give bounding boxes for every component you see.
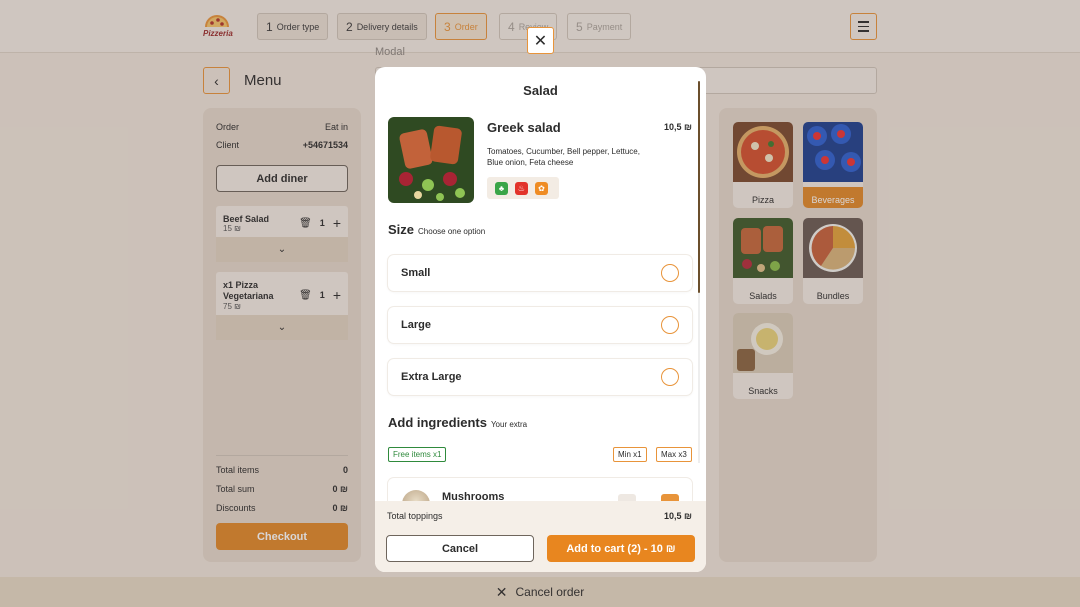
chili-icon: ♨	[515, 181, 528, 195]
size-subtitle: Choose one option	[418, 227, 486, 236]
close-modal-button[interactable]: ✕	[527, 27, 554, 54]
cancel-button[interactable]: Cancel	[386, 535, 534, 562]
ingredients-section-title: Add ingredients Your extra	[388, 415, 527, 430]
max-badge: Max x3	[656, 447, 692, 462]
size-option-label: Extra Large	[401, 371, 462, 383]
scrollbar-thumb[interactable]	[698, 81, 700, 293]
add-to-cart-button[interactable]: Add to cart (2) - 10 ₪	[547, 535, 695, 562]
gluten-icon: ✿	[535, 181, 548, 195]
size-option-label: Large	[401, 319, 431, 331]
radio-button[interactable]	[661, 316, 679, 334]
size-option-label: Small	[401, 267, 431, 279]
ingredients-subtitle: Your extra	[490, 420, 528, 429]
size-section-title: Size Choose one option	[388, 222, 485, 237]
size-option-large[interactable]: Large	[388, 307, 692, 343]
dietary-tags: ♣ ♨ ✿	[487, 177, 559, 199]
radio-button[interactable]	[661, 368, 679, 386]
leaf-icon: ♣	[495, 181, 508, 195]
size-option-small[interactable]: Small	[388, 255, 692, 291]
scrollbar-track[interactable]	[698, 293, 700, 463]
size-option-extra-large[interactable]: Extra Large	[388, 359, 692, 395]
total-toppings-label: Total toppings	[387, 511, 443, 521]
salad-modal: Salad Greek salad 10,5 ₪ Tomatoes, Cucum…	[375, 67, 706, 572]
close-icon: ✕	[533, 32, 548, 50]
modal-title: Salad	[523, 83, 558, 98]
total-toppings-value: 10,5 ₪	[664, 511, 692, 521]
radio-button[interactable]	[661, 264, 679, 282]
min-badge: Min x1	[613, 447, 647, 462]
dish-description: Tomatoes, Cucumber, Bell pepper, Lettuce…	[487, 147, 640, 167]
size-title: Size	[388, 222, 415, 237]
modal-footer: Total toppings 10,5 ₪ Cancel Add to cart…	[375, 501, 706, 572]
dish-name: Greek salad	[487, 120, 561, 135]
dish-price: 10,5 ₪	[664, 122, 692, 132]
ingredients-title: Add ingredients	[388, 415, 487, 430]
greek-salad-image	[388, 117, 474, 203]
free-items-badge: Free items x1	[388, 447, 447, 462]
